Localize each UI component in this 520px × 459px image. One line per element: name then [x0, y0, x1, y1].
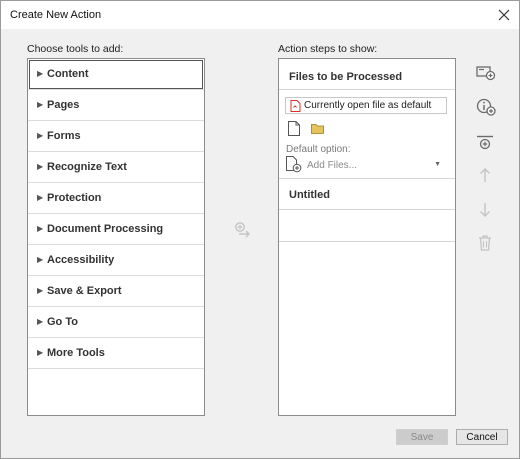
tool-item-document-processing[interactable]: ▶ Document Processing — [28, 214, 204, 245]
tools-section-label: Choose tools to add: — [27, 43, 124, 55]
tool-item-label: Recognize Text — [47, 161, 127, 173]
caret-right-icon: ▶ — [37, 224, 44, 233]
add-files-placeholder: Add Files... — [307, 160, 358, 171]
divider — [279, 241, 455, 242]
pdf-icon — [290, 100, 301, 112]
add-instruction-button[interactable] — [476, 98, 496, 119]
add-to-right-icon — [235, 222, 250, 238]
caret-right-icon: ▶ — [37, 193, 44, 202]
new-document-button[interactable] — [288, 121, 300, 139]
tool-item-more-tools[interactable]: ▶ More Tools — [28, 338, 204, 369]
tool-item-pages[interactable]: ▶ Pages — [28, 90, 204, 121]
add-files-dropdown[interactable]: Add Files... ▼ — [285, 156, 447, 176]
caret-right-icon: ▶ — [37, 255, 44, 264]
cancel-button[interactable]: Cancel — [456, 429, 508, 445]
tool-item-label: Forms — [47, 130, 81, 142]
divider — [279, 89, 455, 90]
divider-icon — [477, 135, 493, 150]
caret-right-icon: ▶ — [37, 348, 44, 357]
tool-item-label: Protection — [47, 192, 102, 204]
default-file-option[interactable]: Currently open file as default — [285, 97, 447, 114]
create-new-action-dialog: Create New Action Choose tools to add: A… — [0, 0, 520, 459]
tool-item-label: Save & Export — [47, 285, 122, 297]
tool-item-label: Pages — [47, 99, 80, 111]
move-down-icon — [480, 203, 490, 217]
caret-right-icon: ▶ — [37, 131, 44, 140]
folder-icon — [311, 124, 324, 134]
divider — [279, 178, 455, 179]
tools-list: ▶ Content ▶ Pages ▶ Forms ▶ Recognize Te… — [27, 58, 205, 416]
tool-item-label: Document Processing — [47, 223, 164, 235]
caret-right-icon: ▶ — [37, 100, 44, 109]
caret-right-icon: ▶ — [37, 162, 44, 171]
steps-section-label: Action steps to show: — [278, 43, 378, 55]
move-up-button[interactable] — [479, 167, 491, 186]
add-folder-button[interactable] — [311, 123, 324, 137]
tool-item-label: Content — [47, 68, 89, 80]
tool-item-label: Go To — [47, 316, 78, 328]
caret-right-icon: ▶ — [37, 69, 44, 78]
default-file-label: Currently open file as default — [304, 100, 432, 111]
close-button[interactable] — [491, 2, 517, 28]
add-panel-icon — [476, 66, 496, 81]
add-document-icon — [286, 156, 302, 173]
add-to-steps-button[interactable] — [234, 221, 252, 242]
delete-icon — [479, 235, 491, 251]
window-title: Create New Action — [10, 9, 102, 21]
title-bar: Create New Action — [1, 1, 519, 29]
divider — [279, 209, 455, 210]
dropdown-arrow-icon: ▼ — [434, 161, 441, 168]
tool-item-protection[interactable]: ▶ Protection — [28, 183, 204, 214]
delete-step-button[interactable] — [478, 235, 492, 254]
tool-item-content[interactable]: ▶ Content — [28, 59, 204, 90]
action-steps-list: Files to be Processed Currently open fil… — [278, 58, 456, 416]
untitled-step[interactable]: Untitled — [289, 189, 330, 201]
close-icon — [498, 9, 510, 21]
tool-item-label: More Tools — [47, 347, 105, 359]
tool-item-accessibility[interactable]: ▶ Accessibility — [28, 245, 204, 276]
caret-right-icon: ▶ — [37, 317, 44, 326]
new-document-icon — [288, 121, 300, 136]
move-down-button[interactable] — [479, 202, 491, 221]
save-button[interactable]: Save — [396, 429, 448, 445]
tool-item-recognize-text[interactable]: ▶ Recognize Text — [28, 152, 204, 183]
move-up-icon — [480, 168, 490, 182]
tool-item-save-export[interactable]: ▶ Save & Export — [28, 276, 204, 307]
add-panel-button[interactable] — [476, 65, 496, 84]
default-option-label: Default option: — [286, 144, 351, 155]
tool-item-forms[interactable]: ▶ Forms — [28, 121, 204, 152]
caret-right-icon: ▶ — [37, 286, 44, 295]
instruction-icon — [476, 98, 496, 116]
files-to-be-processed-header: Files to be Processed — [289, 71, 403, 83]
tool-item-go-to[interactable]: ▶ Go To — [28, 307, 204, 338]
add-divider-button[interactable] — [476, 135, 494, 154]
tool-item-label: Accessibility — [47, 254, 115, 266]
